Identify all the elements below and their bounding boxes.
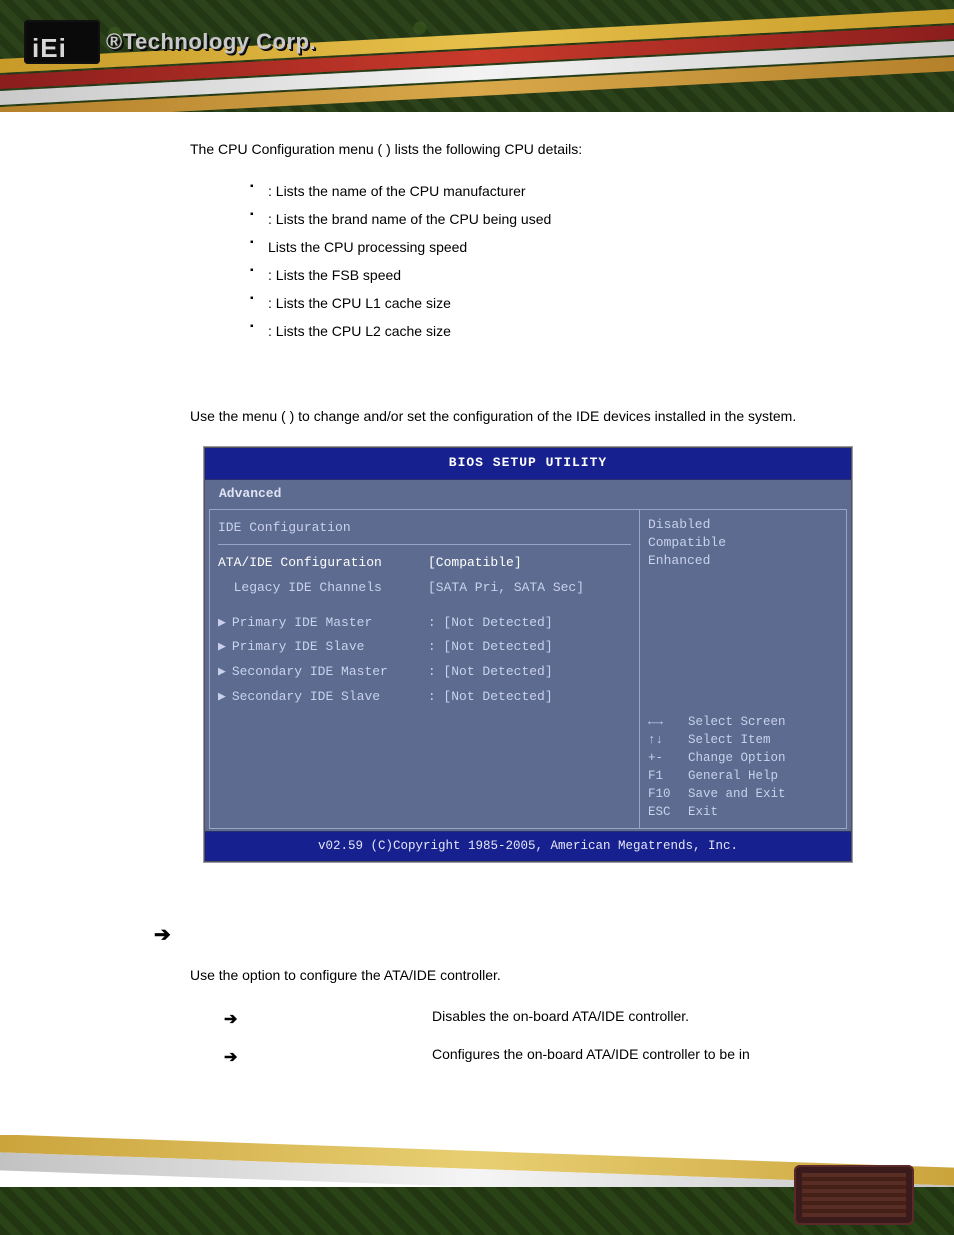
triangle-right-icon: ▶	[218, 685, 226, 710]
row-value: [Compatible]	[428, 551, 522, 576]
option-item: Disabled	[648, 516, 838, 534]
cpu-detail-list: : Lists the name of the CPU manufacturer…	[250, 177, 864, 345]
dev-value: : [Not Detected]	[428, 660, 553, 685]
help-text: Save and Exit	[688, 787, 786, 801]
help-text: Select Item	[688, 733, 771, 747]
p2-b: menu (	[242, 408, 286, 424]
list-item: : Lists the CPU L2 cache size	[250, 317, 864, 345]
dev-label: Primary IDE Master	[232, 611, 428, 636]
option-text: Disables the on-board ATA/IDE controller…	[252, 1003, 864, 1030]
page-content: The CPU Configuration menu ( ) lists the…	[0, 112, 954, 1072]
help-text: Exit	[688, 805, 718, 819]
bios-left-pane: IDE Configuration ATA/IDE Configuration …	[209, 509, 639, 829]
option-row: ➔ Configures the on-board ATA/IDE contro…	[224, 1041, 864, 1071]
chip-icon	[794, 1165, 914, 1225]
help-key: ↑↓	[648, 731, 688, 749]
help-key: ESC	[648, 803, 688, 821]
list-item: : Lists the brand name of the CPU being …	[250, 205, 864, 233]
brand-name: Technology Corp.	[123, 29, 316, 54]
row-label: ATA/IDE Configuration	[218, 551, 428, 576]
help-key: F10	[648, 785, 688, 803]
bios-dev-row[interactable]: ▶ Primary IDE Master : [Not Detected]	[218, 611, 631, 636]
opt-desc: Disables the on-board ATA/IDE controller…	[432, 1008, 689, 1024]
list-item: : Lists the CPU L1 cache size	[250, 289, 864, 317]
list-item: Lists the CPU processing speed	[250, 233, 864, 261]
intro-post: ) lists the following CPU details:	[386, 141, 582, 157]
help-key: +-	[648, 749, 688, 767]
dev-value: : [Not Detected]	[428, 611, 553, 636]
intro-line: The CPU Configuration menu ( ) lists the…	[190, 136, 864, 163]
bios-tab-advanced[interactable]: Advanced	[219, 486, 281, 501]
help-key: F1	[648, 767, 688, 785]
help-text: Select Screen	[688, 715, 786, 729]
brand-text: ®Technology Corp.	[106, 21, 316, 63]
section-marker: ➔	[154, 914, 864, 952]
logo-mark-icon	[24, 20, 100, 64]
arrow-right-icon: ➔	[154, 916, 171, 954]
bios-dev-row[interactable]: ▶ Secondary IDE Slave : [Not Detected]	[218, 685, 631, 710]
list-item: : Lists the FSB speed	[250, 261, 864, 289]
header-banner: ®Technology Corp.	[0, 0, 954, 112]
dev-value: : [Not Detected]	[428, 685, 553, 710]
option-row: ➔ Disables the on-board ATA/IDE controll…	[224, 1003, 864, 1033]
brand-logo: ®Technology Corp.	[24, 20, 316, 64]
triangle-right-icon: ▶	[218, 660, 226, 685]
intro-pre: The CPU Configuration menu (	[190, 141, 382, 157]
bios-row-ata[interactable]: ATA/IDE Configuration [Compatible]	[218, 551, 631, 576]
arrow-right-icon: ➔	[224, 1043, 242, 1073]
bios-body: IDE Configuration ATA/IDE Configuration …	[205, 507, 851, 831]
bios-figure: BIOS SETUP UTILITY Advanced IDE Configur…	[204, 447, 852, 862]
option-text: Configures the on-board ATA/IDE controll…	[252, 1041, 864, 1068]
p2-c: ) to change and/or set the configuration…	[290, 408, 797, 424]
bios-options: Disabled Compatible Enhanced	[648, 516, 838, 571]
bios-heading: IDE Configuration	[218, 516, 631, 541]
option-item: Compatible	[648, 534, 838, 552]
lead: Use the	[190, 967, 242, 983]
row-label: Legacy IDE Channels	[218, 576, 428, 601]
arrow-right-icon: ➔	[224, 1005, 242, 1035]
bios-dev-row[interactable]: ▶ Primary IDE Slave : [Not Detected]	[218, 635, 631, 660]
bios-help: ←→Select Screen ↑↓Select Item +-Change O…	[648, 713, 838, 822]
bios-dev-row[interactable]: ▶ Secondary IDE Master : [Not Detected]	[218, 660, 631, 685]
registered-mark: ®	[106, 29, 123, 54]
triangle-right-icon: ▶	[218, 635, 226, 660]
opt-desc: Configures the on-board ATA/IDE controll…	[432, 1046, 750, 1062]
bios-tabs: Advanced	[205, 480, 851, 507]
row-value: [SATA Pri, SATA Sec]	[428, 576, 584, 601]
bios-footer: v02.59 (C)Copyright 1985-2005, American …	[205, 831, 851, 862]
help-text: General Help	[688, 769, 778, 783]
triangle-right-icon: ▶	[218, 611, 226, 636]
dev-label: Secondary IDE Master	[232, 660, 428, 685]
dev-label: Primary IDE Slave	[232, 635, 428, 660]
divider	[218, 544, 631, 545]
help-text: Change Option	[688, 751, 786, 765]
ata-config-line: Use the option to configure the ATA/IDE …	[190, 962, 864, 989]
ata-option-list: ➔ Disables the on-board ATA/IDE controll…	[224, 1003, 864, 1072]
tail: option to configure the ATA/IDE controll…	[242, 967, 501, 983]
bios-window: BIOS SETUP UTILITY Advanced IDE Configur…	[204, 447, 852, 862]
bios-title: BIOS SETUP UTILITY	[205, 448, 851, 480]
footer-banner	[0, 1135, 954, 1235]
ide-paragraph: Use the menu ( ) to change and/or set th…	[190, 403, 864, 430]
dev-value: : [Not Detected]	[428, 635, 553, 660]
bios-right-pane: Disabled Compatible Enhanced ←→Select Sc…	[639, 509, 847, 829]
list-item: : Lists the name of the CPU manufacturer	[250, 177, 864, 205]
p2-a: Use the	[190, 408, 242, 424]
bios-row-legacy[interactable]: Legacy IDE Channels [SATA Pri, SATA Sec]	[218, 576, 631, 601]
dev-label: Secondary IDE Slave	[232, 685, 428, 710]
option-item: Enhanced	[648, 552, 838, 570]
help-key: ←→	[648, 713, 688, 731]
